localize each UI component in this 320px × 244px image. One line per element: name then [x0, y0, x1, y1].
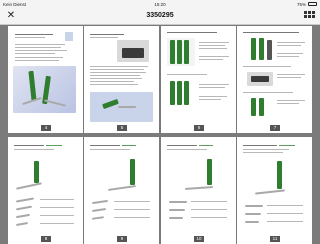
page-spread: 4 5 — [8, 26, 159, 133]
page-number-badge: 6 — [194, 125, 204, 131]
page-number-badge: 7 — [270, 125, 280, 131]
thumbnail-grid-button[interactable] — [304, 11, 315, 21]
page-thumbnail[interactable]: 5 — [84, 26, 159, 133]
page-spread: 8 9 — [8, 137, 159, 244]
page-number-badge: 5 — [117, 125, 127, 131]
page-spread: 6 7 — [161, 26, 312, 133]
page-thumbnail[interactable]: 8 — [8, 137, 83, 244]
status-bar: Kein Dienst 15:20 75% — [0, 0, 320, 8]
page-thumbnail[interactable]: 9 — [84, 137, 159, 244]
page-thumbnail[interactable]: 11 — [237, 137, 312, 244]
page-number-badge: 11 — [270, 236, 280, 242]
page-number-badge: 10 — [194, 236, 204, 242]
battery-icon — [308, 2, 317, 6]
page-spread: 10 11 — [161, 137, 312, 244]
page-thumbnail[interactable]: 7 — [237, 26, 312, 133]
top-navigation-bar: ✕ 3350295 — [0, 8, 320, 25]
page-number-badge: 8 — [41, 236, 51, 242]
page-thumbnail[interactable]: 4 — [8, 26, 83, 133]
battery-percent: 75% — [296, 1, 306, 7]
page-number-badge: 4 — [41, 125, 51, 131]
page-thumbnail-viewer: 4 5 6 7 8 9 10 11 — [0, 26, 320, 244]
page-thumbnail[interactable]: 10 — [161, 137, 236, 244]
page-thumbnail[interactable]: 6 — [161, 26, 236, 133]
clock: 15:20 — [154, 1, 166, 7]
page-number-badge: 9 — [117, 236, 127, 242]
document-title: 3350295 — [146, 12, 174, 19]
